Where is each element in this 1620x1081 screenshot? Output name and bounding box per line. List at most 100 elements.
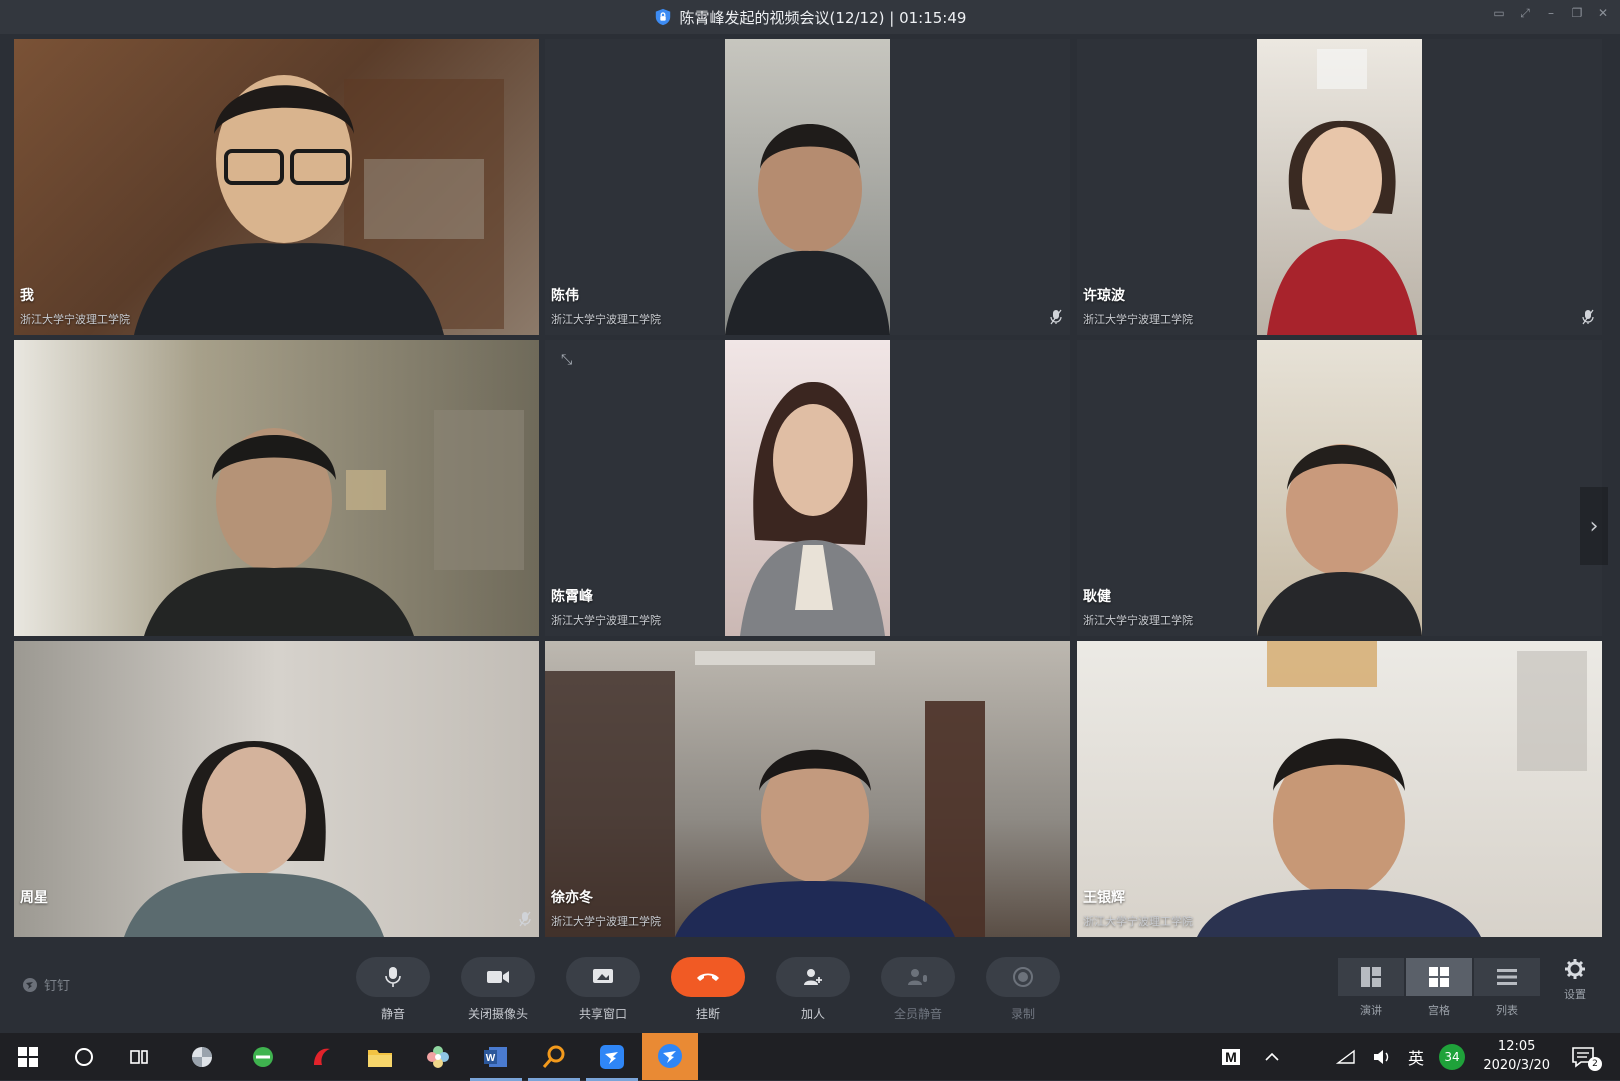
mute-all-button[interactable]: 全员静音 (881, 957, 955, 1022)
video-tile-wangyinhui[interactable]: 王银辉 浙江大学宁波理工学院 (1077, 641, 1602, 937)
video-feed (14, 340, 539, 636)
settings-button[interactable]: 设置 (1552, 958, 1598, 1002)
record-label: 录制 (1010, 1007, 1035, 1021)
camera-off-button[interactable]: 关闭摄像头 (461, 957, 535, 1022)
tray-expand-icon[interactable] (1256, 1041, 1288, 1073)
participant-org: 浙江大学宁波理工学院 (551, 614, 661, 627)
participant-name: 王银辉 (1083, 890, 1125, 906)
dingtalk-meeting-icon (658, 1044, 682, 1068)
expand-icon[interactable]: ⤡ (561, 352, 581, 372)
mute-all-icon (908, 969, 927, 985)
participant-name: 耿健 (1083, 589, 1111, 605)
title-bar: 陈霄峰发起的视频会议(12/12) | 01:15:49 ▭ ⤢ – ❐ ✕ (0, 0, 1620, 34)
video-feed (14, 39, 539, 335)
video-feed (14, 641, 539, 937)
view-list-button[interactable]: 列表 (1474, 958, 1540, 1018)
video-tile-gengjian[interactable]: 耿健 浙江大学宁波理工学院 (1077, 340, 1602, 636)
record-button[interactable]: 录制 (986, 957, 1060, 1022)
video-tile-self[interactable]: 我 浙江大学宁波理工学院 (14, 39, 539, 335)
browser-green-icon[interactable] (247, 1041, 279, 1073)
word-icon[interactable]: W (470, 1041, 522, 1081)
close-icon[interactable]: ✕ (1596, 6, 1610, 20)
clock-time: 12:05 (1497, 1039, 1536, 1054)
video-tile-xuyidong[interactable]: 徐亦冬 浙江大学宁波理工学院 (545, 641, 1070, 937)
wifi-icon[interactable] (1330, 1041, 1362, 1073)
gear-icon (1565, 959, 1585, 979)
notification-count: 2 (1588, 1057, 1602, 1071)
pinwheel-app-icon[interactable] (186, 1041, 218, 1073)
grid-layout-icon (1429, 967, 1449, 987)
video-feed (725, 340, 890, 636)
mic-muted-icon (1582, 309, 1594, 325)
person-silhouette (740, 381, 885, 636)
fullscreen-icon[interactable]: ⤢ (1518, 6, 1532, 20)
view-speaker-button[interactable]: 演讲 (1338, 958, 1404, 1018)
meeting-title: 陈霄峰发起的视频会议(12/12) | 01:15:49 (679, 8, 967, 27)
hangup-phone-icon (697, 973, 719, 981)
participant-name: 陈伟 (551, 288, 579, 304)
video-tile-chenwei[interactable]: 陈伟 浙江大学宁波理工学院 (545, 39, 1070, 335)
dingtalk-taskbar-icon[interactable] (586, 1041, 638, 1081)
brand-name: 钉钉 (44, 979, 71, 994)
microphone-icon (385, 967, 401, 987)
participant-name: 陈霄峰 (551, 589, 593, 605)
participant-name: 我 (20, 288, 34, 304)
view-grid-label: 宫格 (1428, 1004, 1450, 1017)
svg-text:W: W (486, 1053, 496, 1064)
magnifier-app-icon[interactable] (528, 1041, 580, 1081)
active-meeting-task[interactable] (642, 1033, 698, 1080)
flower-app-icon[interactable] (422, 1041, 454, 1073)
brand-logo: 钉钉 (22, 975, 70, 994)
record-icon (1013, 967, 1033, 987)
person-silhouette (545, 651, 985, 937)
participant-org: 浙江大学宁波理工学院 (20, 313, 130, 326)
hangup-button[interactable]: 挂断 (671, 957, 745, 1022)
ime-indicator[interactable]: 英 (1400, 1041, 1432, 1073)
file-explorer-icon[interactable] (364, 1041, 396, 1073)
mute-button[interactable]: 静音 (356, 957, 430, 1022)
person-silhouette (1257, 444, 1422, 636)
tray-badge[interactable]: 34 (1436, 1041, 1468, 1073)
hangup-label: 挂断 (695, 1007, 720, 1021)
task-view-icon[interactable] (124, 1041, 156, 1073)
restore-icon[interactable]: ❐ (1570, 6, 1584, 20)
share-screen-icon (593, 969, 613, 983)
person-silhouette (124, 741, 384, 937)
red-app-icon[interactable] (306, 1041, 338, 1073)
minimize-icon[interactable]: – (1544, 6, 1558, 20)
share-window-label: 共享窗口 (578, 1007, 627, 1021)
video-feed (1257, 39, 1422, 335)
add-person-icon (804, 969, 822, 985)
list-layout-icon (1497, 969, 1517, 985)
camera-off-label: 关闭摄像头 (467, 1007, 528, 1021)
mute-label: 静音 (380, 1007, 405, 1021)
letter-key-indicator[interactable]: M (1215, 1041, 1247, 1073)
view-speaker-label: 演讲 (1360, 1004, 1382, 1017)
share-window-button[interactable]: 共享窗口 (566, 957, 640, 1022)
notification-center-icon[interactable]: 2 (1568, 1041, 1602, 1073)
video-tile-participant-4[interactable] (14, 340, 539, 636)
add-person-button[interactable]: 加人 (776, 957, 850, 1022)
video-tile-chenxiaofeng[interactable]: ⤡ 陈霄峰 浙江大学宁波理工学院 (545, 340, 1070, 636)
video-tile-xuqiongbo[interactable]: 许琼波 浙江大学宁波理工学院 (1077, 39, 1602, 335)
dingtalk-logo-icon (23, 977, 37, 992)
windows-start-icon[interactable] (12, 1041, 44, 1073)
mic-muted-icon (1050, 309, 1062, 325)
video-grid: 我 浙江大学宁波理工学院 陈伟 浙江大学宁波理工学院 许琼波 浙江大学宁波理工学… (14, 39, 1608, 937)
view-list-label: 列表 (1496, 1004, 1518, 1017)
participant-name: 徐亦冬 (551, 890, 593, 906)
volume-icon[interactable] (1366, 1041, 1398, 1073)
person-silhouette (725, 124, 890, 335)
add-person-label: 加人 (800, 1007, 825, 1021)
pip-icon[interactable]: ▭ (1492, 6, 1506, 20)
letter-key-label: M (1222, 1049, 1240, 1065)
view-grid-button[interactable]: 宫格 (1406, 958, 1472, 1018)
video-feed (1257, 340, 1422, 636)
search-circle-icon[interactable] (68, 1041, 100, 1073)
participant-name: 许琼波 (1083, 288, 1125, 304)
video-tile-zhouxing[interactable]: 周星 (14, 641, 539, 937)
next-page-arrow[interactable]: › (1580, 487, 1608, 565)
os-taskbar: W M 英 34 12:05 2020/3/20 2 (0, 1033, 1620, 1081)
settings-label: 设置 (1564, 988, 1586, 1001)
system-clock[interactable]: 12:05 2020/3/20 (1483, 1037, 1550, 1075)
